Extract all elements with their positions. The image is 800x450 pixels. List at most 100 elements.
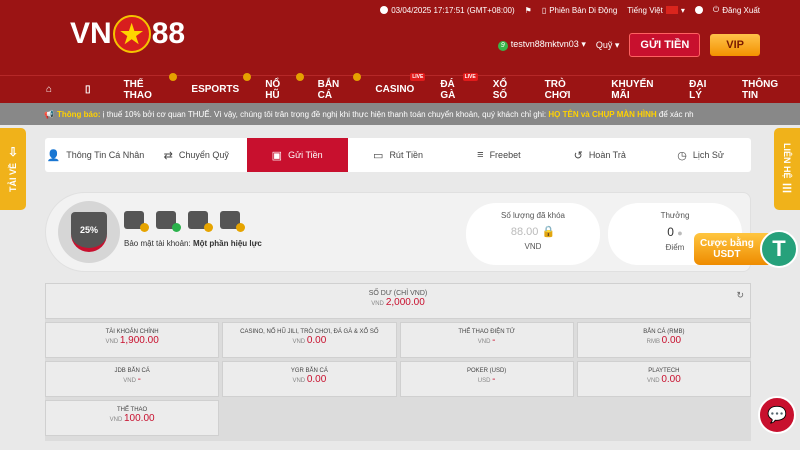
mobile-version-link[interactable]: ▯ Phiên Bản Di Động [542, 6, 617, 15]
locked-title: Số lượng đã khóa [501, 211, 565, 220]
wallet-currency: VND [646, 378, 660, 384]
wallet-cell[interactable]: YGR BẮN CÁ VND 0.00 [222, 361, 397, 397]
tab-3[interactable]: ▭ Rút Tiền [348, 138, 449, 172]
security-shield: 25% [58, 201, 120, 263]
main-nav: ⌂ ▯ THỂ THAO ESPORTS NỔ HŨ BẮN CÁ CASINO LIVE… [0, 72, 800, 104]
refresh-icon[interactable]: ↻ [736, 290, 744, 301]
wallet-cell[interactable]: THỂ THAO VND 100.00 [45, 400, 220, 436]
wallet-cell[interactable]: BẮN CÁ (RMB) RMB 0.00 [576, 322, 751, 358]
nav-item-6[interactable]: XỔ SỐ [480, 76, 532, 104]
vn88-logo[interactable]: VN ★ 88 [70, 12, 185, 56]
nav-item-label: CASINO [375, 84, 415, 95]
info-icon[interactable]: ● [677, 228, 682, 238]
nav-item-3[interactable]: BẮN CÁ [305, 72, 363, 104]
tab-0[interactable]: 👤 Thông Tin Cá Nhân [45, 138, 146, 172]
wallet-cell[interactable]: TÀI KHOẢN CHÍNH VND 1,900.00 [45, 322, 220, 358]
nav-item-label: ĐÁ GÀ [440, 78, 456, 101]
download-icon: ⇩ [7, 145, 19, 160]
tab-6[interactable]: ◷ Lịch Sử [650, 138, 751, 172]
locked-value: 88.00 [510, 226, 539, 238]
home-icon[interactable]: ⌂ [0, 76, 65, 104]
wallet-amount: 1,900.00 [119, 335, 159, 346]
bank-card-verify-icon[interactable] [156, 211, 181, 232]
live-chat-icon[interactable]: 💬 [758, 396, 796, 434]
wallet-currency: VND [109, 417, 123, 423]
tab-label: Lịch Sử [692, 150, 724, 160]
wallet-amount: - [492, 335, 496, 346]
email-verify-icon[interactable] [220, 211, 245, 232]
wallet-amount: 100.00 [124, 413, 155, 424]
wallet-currency: USD [477, 378, 491, 384]
total-balance-title: SỐ DƯ (CHỈ VND) [368, 290, 428, 297]
wallet-currency: RMB [646, 339, 660, 345]
wallet-amount: 0.00 [661, 374, 681, 385]
tab-4[interactable]: ≡ Freebet [448, 138, 549, 172]
nav-item-9[interactable]: ĐẠI LÝ [676, 76, 729, 104]
wallet-amount: - [137, 374, 141, 385]
nav-item-label: NỔ HŨ [265, 78, 281, 101]
header: VN ★ 88 03/04/2025 17:17:51 (GMT+08:00) … [0, 0, 800, 75]
tab-label: Gửi Tiền [288, 150, 323, 160]
username: testvn88mktvn03 [510, 39, 579, 50]
phone-verify-icon[interactable] [188, 211, 213, 232]
vietnam-flag-icon [665, 6, 678, 14]
top-bar: 03/04/2025 17:17:51 (GMT+08:00) ⚑ ▯ Phiê… [380, 5, 760, 15]
tab-icon: ↺ [573, 149, 583, 162]
tab-icon: 👤 [46, 149, 61, 162]
usdt-banner[interactable]: Cược bằng USDT T [694, 228, 800, 270]
nav-item-1[interactable]: ESPORTS [178, 72, 252, 104]
user-menu[interactable]: 9 testvn88mktvn03 ▾ [497, 39, 586, 51]
nav-item-0[interactable]: THỂ THAO [111, 72, 179, 104]
total-balance-amount: 2,000.00 [385, 297, 425, 308]
tab-label: Hoàn Trả [588, 150, 626, 160]
nav-item-7[interactable]: TRÒ CHƠI [532, 76, 599, 104]
logo-text-left: VN [70, 17, 112, 50]
nav-item-label: XỔ SỐ [492, 78, 508, 101]
locked-unit: VND [524, 242, 542, 251]
wallet-menu[interactable]: Quỹ ▾ [596, 40, 620, 51]
tab-5[interactable]: ↺ Hoàn Trả [549, 138, 650, 172]
wallet-amount: 0.00 [306, 335, 327, 346]
flag-icon: ⚑ [524, 5, 532, 15]
notice-tail: để xác nh [658, 109, 694, 119]
nav-item-label: ĐẠI LÝ [689, 78, 707, 101]
nav-item-5[interactable]: ĐÁ GÀ LIVE [427, 72, 479, 104]
nav-item-label: THÔNG TIN [741, 78, 779, 101]
security-label: Bảo mật tài khoản: [124, 239, 191, 248]
wallet-cell[interactable]: PLAYTECH VND 0.00 [576, 361, 751, 397]
wallet-cell[interactable]: THỂ THAO ĐIỆN TỬ VND - [399, 322, 574, 358]
wallet-cell[interactable]: JDB BẮN CÁ VND - [45, 361, 220, 397]
nav-item-label: TRÒ CHƠI [544, 78, 571, 101]
language-select[interactable]: Tiếng Việt ▾ [627, 6, 685, 15]
nav-item-label: THỂ THAO [123, 78, 152, 101]
locked-amount-box: Số lượng đã khóa 88.00 🔒 VND [466, 203, 600, 265]
phone-icon[interactable]: ▯ [65, 76, 111, 104]
wallet-cell[interactable]: POKER (USD) USD - [399, 361, 574, 397]
nav-item-10[interactable]: THÔNG TIN [729, 76, 800, 104]
hot-icon [169, 72, 178, 81]
nav-item-2[interactable]: NỔ HŨ [252, 72, 304, 104]
tab-2[interactable]: ▣ Gửi Tiền [246, 138, 348, 172]
download-sidebar[interactable]: ⇩ TẢI VỀ [0, 128, 26, 210]
tab-label: Rút Tiền [389, 150, 423, 160]
nav-item-8[interactable]: KHUYẾN MÃI [598, 76, 676, 104]
user-row: 9 testvn88mktvn03 ▾ Quỹ ▾ GỬI TIỀN VIP [497, 33, 760, 57]
vip-button[interactable]: VIP [710, 34, 760, 56]
mobile-version-label: Phiên Bản Di Động [549, 5, 618, 15]
profile-verify-icon[interactable] [124, 211, 149, 232]
wallet-cell[interactable]: CASINO, NỔ HŨ JILI, TRÒ CHƠI, ĐÁ GÀ & XỔ… [222, 322, 397, 358]
notice-highlight: HỌ TÊN và CHỤP MÀN HÌNH [548, 109, 657, 119]
wallet-amount: - [492, 374, 496, 385]
logout-link[interactable]: ⏻ Đăng Xuất [713, 5, 760, 15]
tab-icon: ≡ [477, 149, 484, 161]
settings-dot-icon[interactable] [694, 6, 703, 14]
account-summary-panel: 25% Bảo mật tài khoản: Một phần hiệu lực… [45, 192, 751, 272]
tab-1[interactable]: ⇄ Chuyển Quỹ [146, 138, 247, 172]
security-status: Bảo mật tài khoản: Một phần hiệu lực [124, 239, 262, 248]
nav-item-4[interactable]: CASINO LIVE [362, 72, 427, 104]
wallet-currency: VND [477, 339, 491, 345]
deposit-button[interactable]: GỬI TIỀN [629, 33, 701, 57]
tether-coin-icon: T [760, 230, 798, 268]
clock-icon [380, 6, 389, 14]
contact-sidebar[interactable]: LIÊN HỆ ☰ [774, 128, 800, 210]
